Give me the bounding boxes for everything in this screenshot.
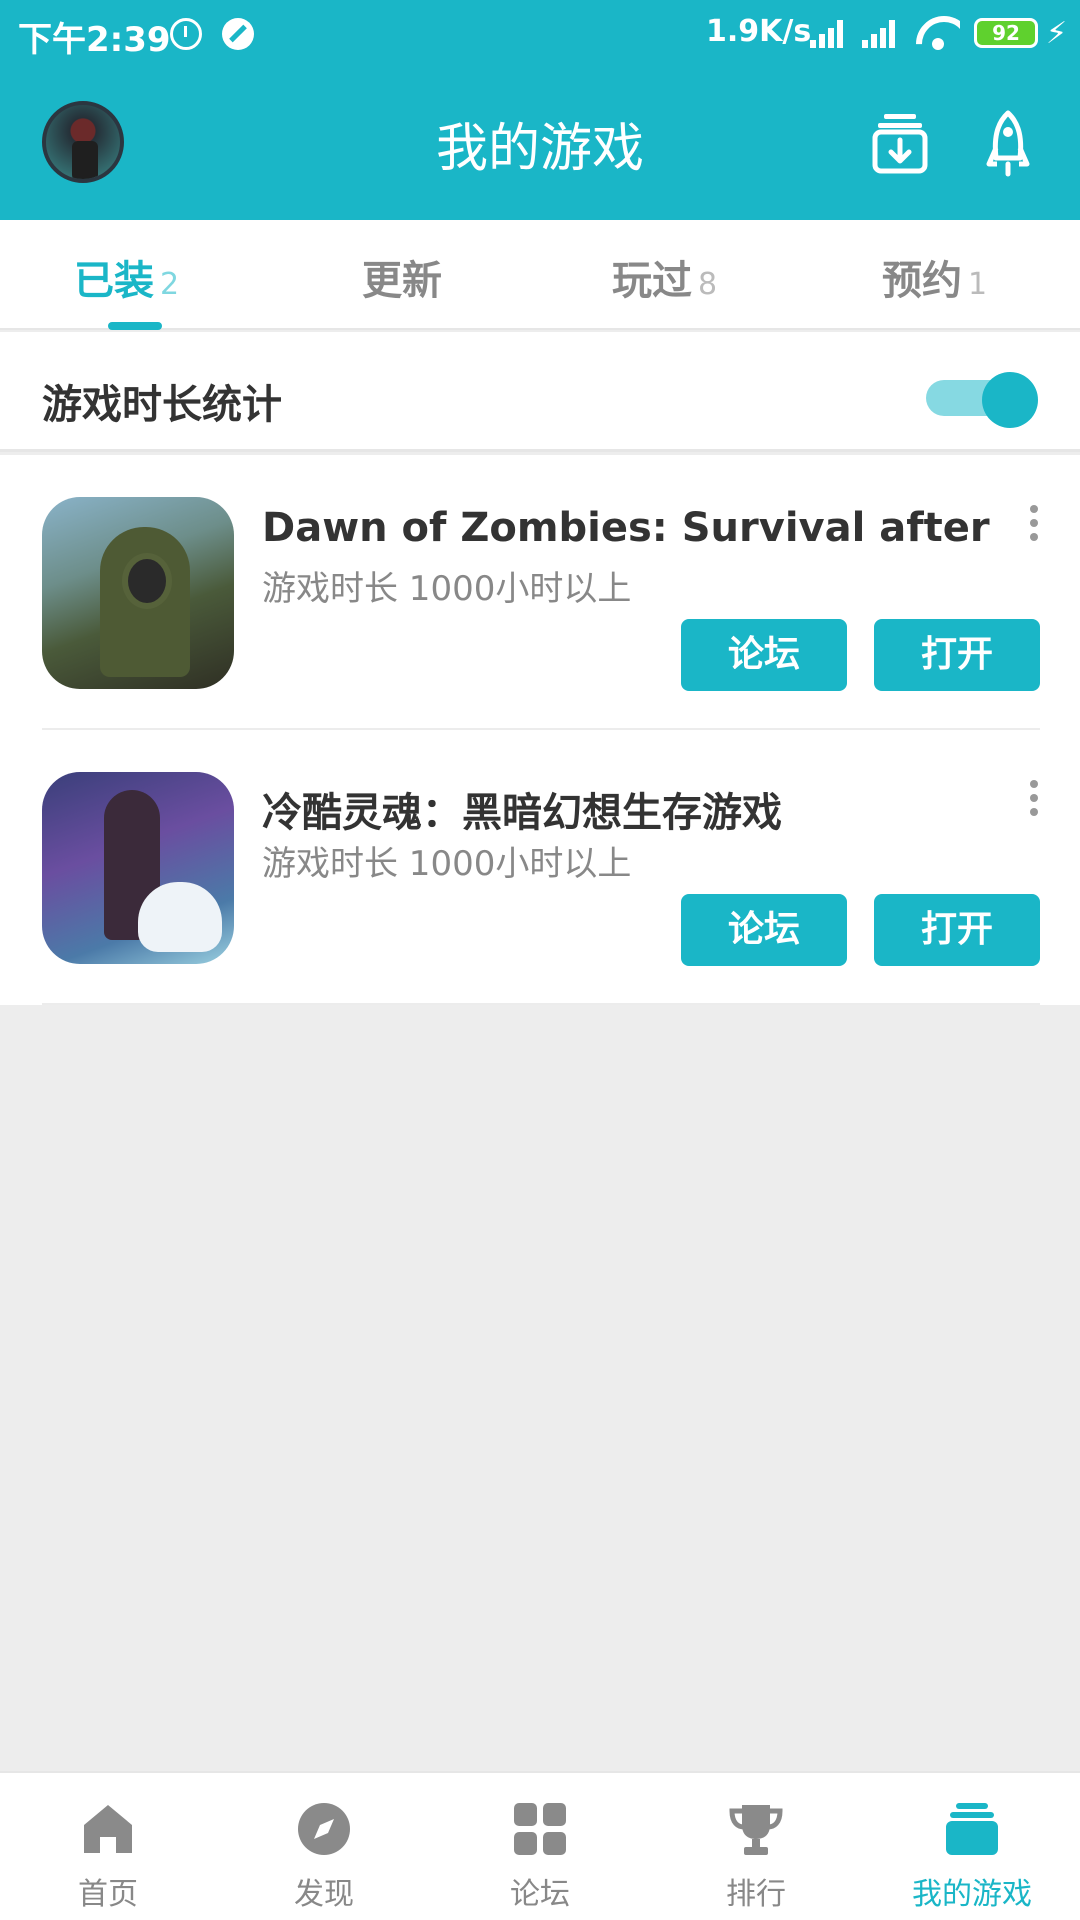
game-icon-zombie[interactable] <box>42 497 234 689</box>
playtime-stats-row: 游戏时长统计 <box>0 332 1080 452</box>
playtime-stats-toggle[interactable] <box>926 372 1038 428</box>
nav-forum[interactable]: 论坛 <box>432 1773 648 1920</box>
nav-my-games[interactable]: 我的游戏 <box>864 1773 1080 1920</box>
tab-bar: 已装 2 更新 玩过 8 预约 1 <box>0 220 1080 330</box>
game-playtime: 游戏时长 1000小时以上 <box>262 844 632 884</box>
tab-count: 8 <box>698 267 718 302</box>
status-bar: 下午2:39 1.9K/s 92 ⚡ <box>0 0 1080 66</box>
my-games-icon <box>946 1803 998 1855</box>
do-not-disturb-icon <box>222 18 254 50</box>
home-icon <box>84 1805 132 1853</box>
tab-label: 玩过 <box>612 258 692 304</box>
compass-icon <box>298 1803 350 1855</box>
status-time: 下午2:39 <box>18 20 171 60</box>
divider <box>42 1003 1040 1005</box>
grid-icon <box>514 1803 566 1855</box>
avatar[interactable] <box>42 101 124 183</box>
tab-reserved[interactable]: 预约 1 <box>882 248 987 308</box>
download-manager-icon[interactable] <box>872 112 928 174</box>
tab-count: 2 <box>160 267 180 302</box>
game-list-item[interactable]: Dawn of Zombies: Survival after th... 游戏… <box>0 455 1080 730</box>
nav-label: 论坛 <box>510 1877 570 1912</box>
nav-discover[interactable]: 发现 <box>216 1773 432 1920</box>
tab-count: 1 <box>968 267 988 302</box>
tab-label: 更新 <box>362 258 442 304</box>
bottom-nav: 首页 发现 论坛 排行 我的游戏 <box>0 1771 1080 1920</box>
open-button[interactable]: 打开 <box>874 894 1040 966</box>
nav-label: 我的游戏 <box>912 1877 1032 1912</box>
forum-button[interactable]: 论坛 <box>681 894 847 966</box>
network-speed: 1.9K/s <box>706 14 812 49</box>
forum-button[interactable]: 论坛 <box>681 619 847 691</box>
nav-ranking[interactable]: 排行 <box>648 1773 864 1920</box>
game-list: Dawn of Zombies: Survival after th... 游戏… <box>0 455 1080 1005</box>
tab-label: 已装 <box>74 258 154 304</box>
game-icon-soul[interactable] <box>42 772 234 964</box>
nav-label: 首页 <box>78 1877 138 1912</box>
signal-icon <box>862 20 902 48</box>
tab-updates[interactable]: 更新 <box>362 248 442 308</box>
nav-label: 排行 <box>726 1877 786 1912</box>
game-title: 冷酷灵魂：黑暗幻想生存游戏 <box>262 790 782 836</box>
toggle-knob <box>982 372 1038 428</box>
tab-label: 预约 <box>882 258 962 304</box>
page-title: 我的游戏 <box>435 119 644 179</box>
alarm-icon <box>170 18 202 50</box>
tab-installed[interactable]: 已装 2 <box>74 248 179 308</box>
trophy-icon <box>729 1805 783 1855</box>
more-options-icon[interactable] <box>1030 780 1040 820</box>
tab-indicator <box>108 322 162 330</box>
signal-icon <box>810 20 850 48</box>
battery-icon: 92 <box>974 18 1038 48</box>
game-list-item[interactable]: 冷酷灵魂：黑暗幻想生存游戏 游戏时长 1000小时以上 论坛 打开 <box>0 730 1080 1005</box>
nav-home[interactable]: 首页 <box>0 1773 216 1920</box>
rocket-icon[interactable] <box>986 110 1030 178</box>
app-header: 下午2:39 1.9K/s 92 ⚡ 我的游戏 <box>0 0 1080 220</box>
playtime-stats-label: 游戏时长统计 <box>42 382 282 428</box>
charging-icon: ⚡ <box>1046 16 1068 51</box>
more-options-icon[interactable] <box>1030 505 1040 545</box>
wifi-icon <box>916 16 960 50</box>
game-title: Dawn of Zombies: Survival after th... <box>262 505 1002 551</box>
game-playtime: 游戏时长 1000小时以上 <box>262 569 632 609</box>
tab-played[interactable]: 玩过 8 <box>612 248 717 308</box>
open-button[interactable]: 打开 <box>874 619 1040 691</box>
nav-label: 发现 <box>294 1877 354 1912</box>
